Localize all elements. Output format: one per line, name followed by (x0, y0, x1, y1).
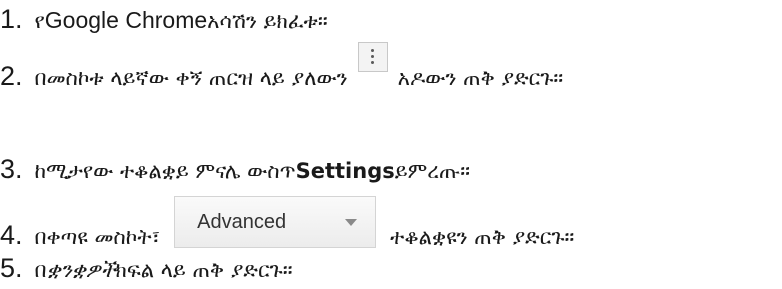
step-2: 2. በመስኮቱ ላይኛው ቀኝ ጠርዝ ላይ ያለውን አዶውን ጠቅ ያድር… (0, 42, 564, 92)
step-number: 3. (0, 154, 23, 184)
step-text: ከሚታየው ተቆልቋይ ምናሌ ውስጥ (34, 159, 296, 183)
step-text: ተቆልቋዩን ጠቅ ያድርጉ። (390, 224, 575, 249)
step-text: በቀጣዩ መስኮት፣ (34, 224, 161, 249)
step-number: 5. (0, 253, 23, 283)
step-text: አዶውን ጠቅ ያድርጉ። (397, 66, 564, 90)
settings-keyword: Settings (295, 159, 395, 183)
languages-emphasis: ቋንቋዎች (46, 258, 116, 282)
app-name: Google Chrome (44, 7, 208, 33)
step-number: 4. (0, 219, 23, 250)
step-text: ክፍል ላይ ጠቅ ያድርጉ። (115, 258, 293, 282)
step-text: በ (34, 258, 47, 282)
caret-down-icon (345, 218, 358, 226)
step-1: 1. የ Google Chrome አሳሽን ይክፈቱ። (0, 4, 328, 35)
advanced-label: Advanced (197, 210, 287, 233)
step-number: 1. (0, 4, 23, 34)
step-text-prefix: የ (34, 9, 45, 33)
step-number: 2. (0, 61, 23, 91)
step-text-suffix: አሳሽን ይክፈቱ። (207, 9, 328, 33)
step-3: 3. ከሚታየው ተቆልቋይ ምናሌ ውስጥ Settings ይምረጡ። (0, 154, 470, 185)
step-text: ይምረጡ። (394, 159, 470, 183)
chrome-menu-button[interactable] (357, 42, 388, 72)
advanced-dropdown-button[interactable]: Advanced (174, 196, 377, 248)
step-5: 5. በ ቋንቋዎች ክፍል ላይ ጠቅ ያድርጉ። (0, 253, 293, 284)
step-text: በመስኮቱ ላይኛው ቀኝ ጠርዝ ላይ ያለውን (34, 66, 348, 90)
vertical-ellipsis-icon (371, 49, 375, 67)
